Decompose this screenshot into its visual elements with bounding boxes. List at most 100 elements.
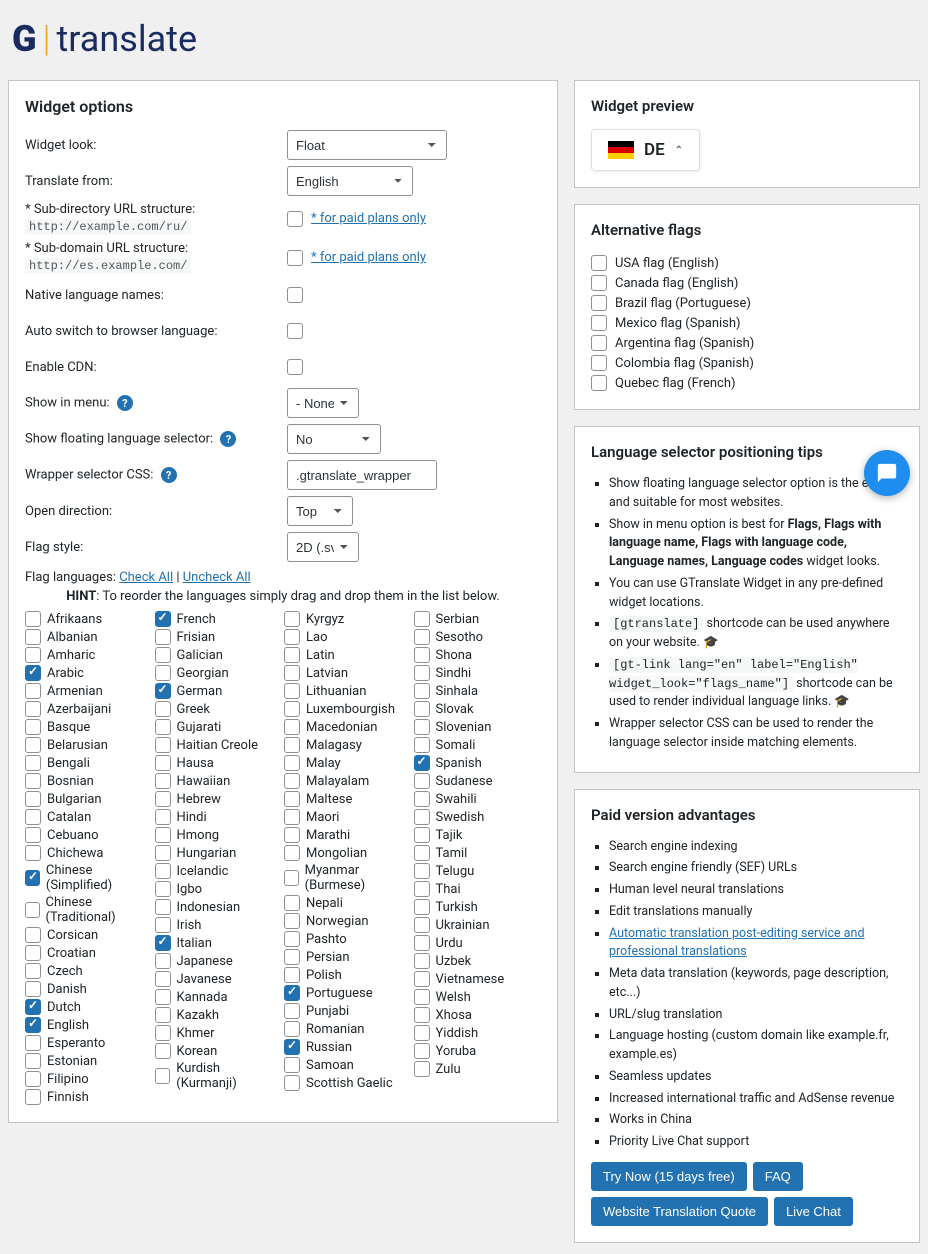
language-checkbox[interactable] bbox=[155, 1068, 171, 1084]
language-checkbox[interactable] bbox=[25, 999, 41, 1015]
language-checkbox[interactable] bbox=[25, 665, 41, 681]
language-checkbox[interactable] bbox=[155, 935, 171, 951]
check-all-link[interactable]: Check All bbox=[119, 570, 173, 585]
language-checkbox[interactable] bbox=[414, 647, 430, 663]
language-item[interactable]: Punjabi bbox=[284, 1002, 412, 1020]
language-item[interactable]: Khmer bbox=[155, 1024, 283, 1042]
language-item[interactable]: Spanish bbox=[414, 754, 542, 772]
language-item[interactable]: English bbox=[25, 1016, 153, 1034]
language-item[interactable]: Kazakh bbox=[155, 1006, 283, 1024]
language-checkbox[interactable] bbox=[155, 611, 171, 627]
subdomain-checkbox[interactable] bbox=[287, 250, 303, 266]
language-checkbox[interactable] bbox=[25, 629, 41, 645]
subdomain-paid-link[interactable]: * for paid plans only bbox=[311, 250, 426, 265]
language-checkbox[interactable] bbox=[284, 701, 300, 717]
language-item[interactable]: Mongolian bbox=[284, 844, 412, 862]
language-item[interactable]: Indonesian bbox=[155, 898, 283, 916]
language-item[interactable]: Croatian bbox=[25, 944, 153, 962]
advantage-link[interactable]: Automatic translation post-editing servi… bbox=[609, 926, 865, 960]
wrapper-css-input[interactable] bbox=[287, 460, 437, 490]
alt-flag-checkbox[interactable] bbox=[591, 255, 607, 271]
auto-switch-checkbox[interactable] bbox=[287, 323, 303, 339]
language-checkbox[interactable] bbox=[155, 701, 171, 717]
language-checkbox[interactable] bbox=[414, 1025, 430, 1041]
language-checkbox[interactable] bbox=[414, 791, 430, 807]
language-item[interactable]: Latvian bbox=[284, 664, 412, 682]
language-checkbox[interactable] bbox=[284, 647, 300, 663]
preview-selector[interactable]: DE ⌃ bbox=[591, 129, 700, 171]
language-checkbox[interactable] bbox=[414, 665, 430, 681]
language-item[interactable]: Japanese bbox=[155, 952, 283, 970]
language-item[interactable]: Hebrew bbox=[155, 790, 283, 808]
language-checkbox[interactable] bbox=[155, 737, 171, 753]
language-checkbox[interactable] bbox=[284, 931, 300, 947]
language-item[interactable]: Macedonian bbox=[284, 718, 412, 736]
language-item[interactable]: Swedish bbox=[414, 808, 542, 826]
language-item[interactable]: Dutch bbox=[25, 998, 153, 1016]
language-checkbox[interactable] bbox=[155, 953, 171, 969]
language-checkbox[interactable] bbox=[25, 791, 41, 807]
language-checkbox[interactable] bbox=[25, 1035, 41, 1051]
language-checkbox[interactable] bbox=[284, 1057, 300, 1073]
language-item[interactable]: Sesotho bbox=[414, 628, 542, 646]
language-item[interactable]: Xhosa bbox=[414, 1006, 542, 1024]
language-checkbox[interactable] bbox=[414, 989, 430, 1005]
language-checkbox[interactable] bbox=[284, 665, 300, 681]
widget-look-select[interactable]: Float bbox=[287, 130, 447, 160]
language-checkbox[interactable] bbox=[414, 899, 430, 915]
language-item[interactable]: Malay bbox=[284, 754, 412, 772]
language-checkbox[interactable] bbox=[25, 845, 41, 861]
language-item[interactable]: Georgian bbox=[155, 664, 283, 682]
language-checkbox[interactable] bbox=[284, 913, 300, 929]
language-checkbox[interactable] bbox=[155, 845, 171, 861]
language-item[interactable]: Finnish bbox=[25, 1088, 153, 1106]
language-checkbox[interactable] bbox=[284, 719, 300, 735]
language-item[interactable]: Lao bbox=[284, 628, 412, 646]
language-checkbox[interactable] bbox=[414, 1043, 430, 1059]
language-checkbox[interactable] bbox=[25, 719, 41, 735]
language-item[interactable]: Italian bbox=[155, 934, 283, 952]
language-item[interactable]: Russian bbox=[284, 1038, 412, 1056]
language-checkbox[interactable] bbox=[284, 845, 300, 861]
flag-style-select[interactable]: 2D (.svg) bbox=[287, 532, 359, 562]
language-item[interactable]: Luxembourgish bbox=[284, 700, 412, 718]
language-item[interactable]: Telugu bbox=[414, 862, 542, 880]
enable-cdn-checkbox[interactable] bbox=[287, 359, 303, 375]
language-item[interactable]: Swahili bbox=[414, 790, 542, 808]
language-checkbox[interactable] bbox=[25, 1071, 41, 1087]
alt-flag-checkbox[interactable] bbox=[591, 375, 607, 391]
language-item[interactable]: Hmong bbox=[155, 826, 283, 844]
language-item[interactable]: Vietnamese bbox=[414, 970, 542, 988]
language-item[interactable]: Hawaiian bbox=[155, 772, 283, 790]
language-checkbox[interactable] bbox=[25, 827, 41, 843]
help-icon[interactable]: ? bbox=[161, 467, 177, 483]
language-checkbox[interactable] bbox=[414, 737, 430, 753]
language-item[interactable]: Esperanto bbox=[25, 1034, 153, 1052]
language-checkbox[interactable] bbox=[414, 629, 430, 645]
language-item[interactable]: Samoan bbox=[284, 1056, 412, 1074]
language-item[interactable]: Welsh bbox=[414, 988, 542, 1006]
language-item[interactable]: Icelandic bbox=[155, 862, 283, 880]
language-item[interactable]: Marathi bbox=[284, 826, 412, 844]
language-checkbox[interactable] bbox=[414, 809, 430, 825]
language-item[interactable]: Danish bbox=[25, 980, 153, 998]
language-item[interactable]: Polish bbox=[284, 966, 412, 984]
language-checkbox[interactable] bbox=[25, 870, 40, 886]
language-item[interactable]: Thai bbox=[414, 880, 542, 898]
language-item[interactable]: Turkish bbox=[414, 898, 542, 916]
language-checkbox[interactable] bbox=[155, 629, 171, 645]
language-checkbox[interactable] bbox=[155, 971, 171, 987]
language-item[interactable]: Frisian bbox=[155, 628, 283, 646]
language-checkbox[interactable] bbox=[25, 927, 41, 943]
language-item[interactable]: Portuguese bbox=[284, 984, 412, 1002]
language-checkbox[interactable] bbox=[414, 701, 430, 717]
language-checkbox[interactable] bbox=[284, 629, 300, 645]
language-checkbox[interactable] bbox=[25, 1089, 41, 1105]
language-item[interactable]: Kurdish (Kurmanji) bbox=[155, 1060, 283, 1092]
language-checkbox[interactable] bbox=[284, 1021, 300, 1037]
language-checkbox[interactable] bbox=[25, 981, 41, 997]
language-checkbox[interactable] bbox=[284, 895, 300, 911]
language-checkbox[interactable] bbox=[25, 945, 41, 961]
language-item[interactable]: Serbian bbox=[414, 610, 542, 628]
language-checkbox[interactable] bbox=[414, 863, 430, 879]
